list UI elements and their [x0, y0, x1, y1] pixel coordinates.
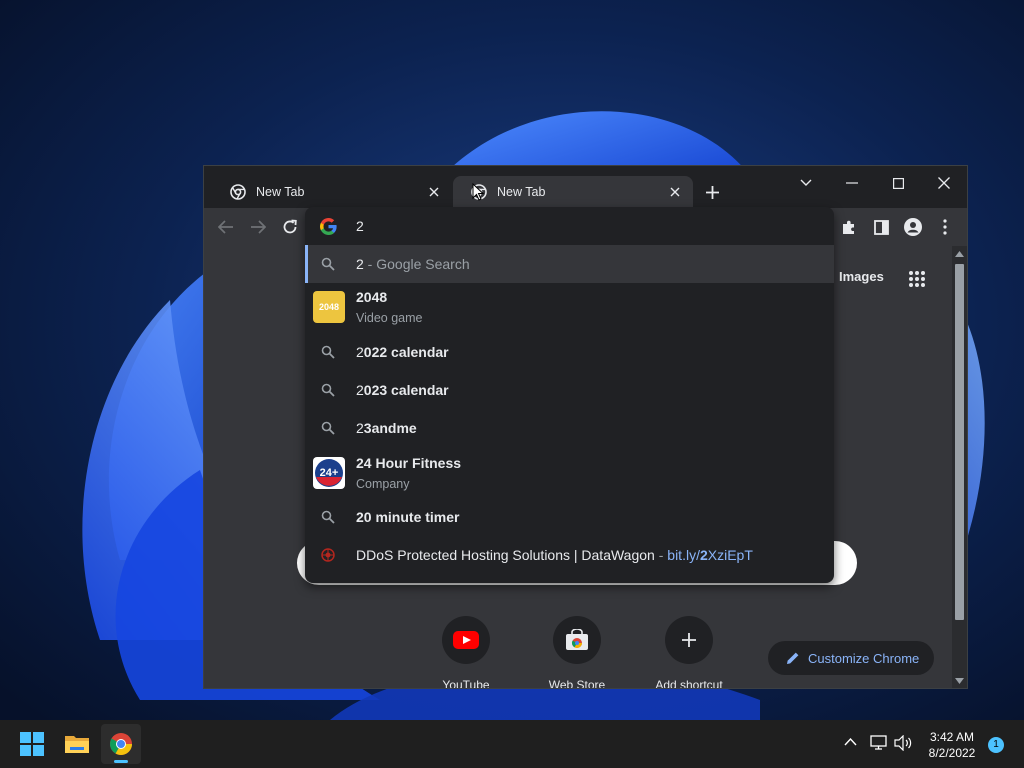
suggestion-row[interactable]: 20 minute timer	[305, 498, 834, 536]
scroll-down-arrow-icon	[955, 678, 964, 684]
shortcut-tile	[442, 616, 490, 664]
fitness-logo-thumbnail: 24+	[313, 457, 345, 489]
address-bar[interactable]: 2	[305, 207, 834, 245]
close-window-button[interactable]	[921, 168, 967, 198]
running-indicator	[114, 760, 128, 763]
volume-icon[interactable]	[894, 735, 912, 751]
maximize-button[interactable]	[875, 168, 921, 198]
notification-badge[interactable]: 1	[988, 737, 1004, 753]
search-icon	[321, 421, 335, 435]
file-explorer-button[interactable]	[57, 724, 97, 764]
chevron-down-icon	[800, 179, 812, 186]
menu-button[interactable]	[933, 215, 957, 239]
profile-button[interactable]	[901, 215, 925, 239]
suggestion-subtitle: Video game	[356, 311, 423, 325]
taskbar: 3:42 AM 8/2/2022	[0, 720, 1024, 768]
youtube-icon	[453, 631, 479, 649]
search-icon	[321, 510, 335, 524]
new-tab-button[interactable]	[701, 181, 723, 203]
chrome-taskbar-button[interactable]	[101, 724, 141, 764]
scroll-up-arrow-icon	[955, 251, 964, 257]
web-store-icon	[566, 629, 588, 650]
suggestion-text: 20 minute timer	[356, 509, 460, 525]
forward-button[interactable]	[246, 215, 270, 239]
folder-icon	[65, 736, 89, 753]
customize-chrome-button[interactable]: Customize Chrome	[768, 641, 934, 675]
shortcut-label: Web Store	[548, 678, 606, 689]
suggestion-text: 2023 calendar	[356, 382, 449, 398]
google-g-icon	[320, 218, 337, 235]
maximize-icon	[892, 177, 904, 189]
chrome-icon	[110, 733, 132, 755]
images-link[interactable]: Images	[839, 269, 884, 284]
tab-strip: New Tab New Tab	[204, 166, 967, 208]
suggestion-row[interactable]: 23andme	[305, 409, 834, 447]
scrollbar[interactable]	[952, 246, 967, 688]
suggestion-row[interactable]: 2 - Google Search	[305, 245, 834, 283]
shortcut-web-store[interactable]: Web Store	[527, 616, 627, 689]
suggestion-text: 23andme	[356, 420, 417, 436]
close-icon[interactable]	[667, 184, 683, 200]
chevron-up-icon[interactable]	[844, 738, 857, 746]
shortcut-tile	[665, 616, 713, 664]
minimize-icon	[846, 182, 858, 184]
suggestion-text: 2048	[356, 289, 388, 305]
suggestion-row[interactable]: 2022 calendar	[305, 333, 834, 371]
clock-time: 3:42 AM	[929, 730, 975, 744]
tab-title: New Tab	[256, 185, 305, 199]
add-shortcut-button[interactable]: Add shortcut	[639, 616, 739, 689]
system-clock[interactable]: 3:42 AM 8/2/2022	[918, 729, 986, 761]
game-2048-thumbnail: 2048	[313, 291, 345, 323]
suggestion-text: 2022 calendar	[356, 344, 449, 360]
side-panel-icon	[873, 219, 889, 235]
reload-icon	[283, 219, 297, 234]
datawagon-favicon-icon	[321, 548, 335, 562]
shortcut-label: YouTube	[442, 678, 490, 689]
start-button[interactable]	[12, 724, 52, 764]
plus-icon	[682, 633, 696, 647]
address-input[interactable]: 2	[356, 218, 364, 234]
clock-date: 8/2/2022	[928, 746, 976, 760]
network-icon[interactable]	[870, 735, 888, 751]
tab-new-tab-1[interactable]: New Tab	[212, 176, 452, 208]
more-vert-icon	[943, 219, 947, 235]
suggestion-text: DDoS Protected Hosting Solutions | DataW…	[356, 547, 753, 563]
search-icon	[321, 257, 335, 271]
suggestion-subtitle: Company	[356, 477, 410, 491]
plus-icon	[705, 185, 719, 199]
omnibox-dropdown: 2 2 - Google Search 2048 2048 Video game…	[305, 207, 834, 583]
puzzle-icon	[843, 220, 854, 234]
mouse-cursor-icon	[472, 183, 484, 201]
customize-label: Customize Chrome	[808, 650, 920, 666]
shortcut-label: Add shortcut	[655, 678, 723, 689]
avatar-icon	[904, 218, 922, 236]
suggestion-text: 24 Hour Fitness	[356, 455, 462, 471]
minimize-button[interactable]	[829, 168, 875, 198]
back-button[interactable]	[214, 215, 238, 239]
search-icon	[321, 345, 335, 359]
shortcut-youtube[interactable]: YouTube	[416, 616, 516, 689]
scroll-thumb[interactable]	[955, 264, 964, 620]
suggestion-row[interactable]: DDoS Protected Hosting Solutions | DataW…	[305, 536, 834, 574]
suggestion-row[interactable]: 24+ 24 Hour Fitness Company	[305, 449, 834, 497]
extensions-button[interactable]	[837, 215, 861, 239]
suggestion-text: 2 - Google Search	[356, 256, 470, 272]
reload-button[interactable]	[278, 215, 302, 239]
close-icon	[938, 177, 950, 189]
close-icon[interactable]	[426, 184, 442, 200]
suggestion-row[interactable]: 2048 2048 Video game	[305, 283, 834, 331]
search-icon	[321, 383, 335, 397]
arrow-left-icon	[218, 220, 233, 234]
side-panel-button[interactable]	[869, 215, 893, 239]
google-apps-icon[interactable]	[908, 270, 926, 288]
arrow-right-icon	[251, 220, 266, 234]
shortcut-tile	[553, 616, 601, 664]
chrome-icon	[230, 184, 246, 200]
tab-title: New Tab	[497, 185, 546, 199]
pencil-icon	[787, 652, 799, 664]
tab-new-tab-2[interactable]: New Tab	[453, 176, 693, 208]
tab-search-button[interactable]	[783, 168, 829, 198]
suggestion-row[interactable]: 2023 calendar	[305, 371, 834, 409]
windows-icon	[20, 732, 44, 756]
